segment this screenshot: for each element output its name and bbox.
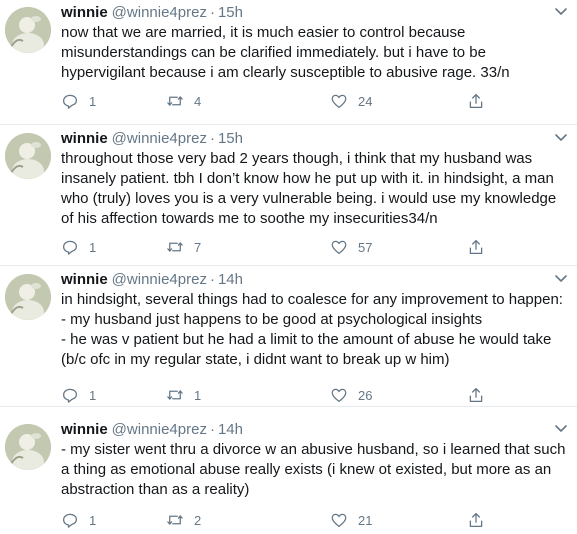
- user-handle[interactable]: @winnie4prez: [112, 4, 207, 21]
- tweet-text-line: (b/c ofc in my regular state, i didnt wa…: [61, 351, 450, 368]
- reply-icon: [62, 240, 78, 255]
- tweet-text-line: hypervigilant because i am clearly susce…: [61, 64, 510, 81]
- retweet-count: 2: [194, 512, 202, 528]
- reply-button[interactable]: 1: [61, 91, 96, 111]
- tweet-text-line: insanely patient. tbh I don’t know how h…: [61, 170, 554, 187]
- like-button[interactable]: 57: [330, 237, 372, 257]
- user-handle[interactable]: @winnie4prez: [112, 421, 207, 438]
- tweet-text-line: misunderstandings can be clarified immed…: [61, 44, 486, 61]
- heart-icon: [331, 240, 347, 255]
- timestamp[interactable]: 15h: [218, 4, 243, 21]
- tweet-text-line: a thing as emotional abuse really exists…: [61, 461, 552, 478]
- tweet-text: in hindsight, several things had to coal…: [61, 290, 567, 370]
- user-handle[interactable]: @winnie4prez: [112, 130, 207, 147]
- tweet-text-line: abstraction than as a reality): [61, 481, 250, 498]
- share-button[interactable]: [467, 510, 485, 530]
- retweet-icon: [167, 96, 183, 106]
- retweet-button[interactable]: 1: [166, 385, 201, 405]
- like-button[interactable]: 21: [330, 510, 372, 530]
- avatar[interactable]: [5, 424, 51, 470]
- retweet-icon: [167, 242, 183, 252]
- tweet[interactable]: winnie @winnie4prez · 15h now that we are m…: [0, 0, 577, 125]
- reply-count: 1: [89, 512, 97, 528]
- display-name[interactable]: winnie: [61, 271, 108, 288]
- tweet-text-line: - my husband just happens to be good at …: [61, 311, 483, 328]
- tweet-header: winnie @winnie4prez · 15h: [61, 129, 243, 149]
- tweet-actions: 1 2 21: [61, 510, 483, 530]
- tweet-text-line: - my sister went thru a divorce w an abu…: [61, 441, 566, 458]
- tweet-text-line: throughout those very bad 2 years though…: [61, 150, 533, 167]
- timestamp[interactable]: 14h: [218, 271, 243, 288]
- avatar[interactable]: [5, 7, 51, 53]
- retweet-count: 1: [194, 387, 202, 403]
- retweet-button[interactable]: 4: [166, 91, 201, 111]
- reply-icon: [62, 513, 78, 528]
- chevron-down-icon[interactable]: [553, 129, 569, 145]
- heart-icon: [331, 388, 347, 403]
- display-name[interactable]: winnie: [61, 130, 108, 147]
- tweet[interactable]: winnie @winnie4prez · 14h in hindsight, sev…: [0, 267, 577, 407]
- user-handle[interactable]: @winnie4prez: [112, 271, 207, 288]
- reply-button[interactable]: 1: [61, 385, 96, 405]
- tweet[interactable]: winnie @winnie4prez · 14h - my sister went …: [0, 417, 577, 534]
- separator-dot: ·: [209, 271, 215, 288]
- share-button[interactable]: [467, 91, 485, 111]
- avatar[interactable]: [5, 133, 51, 179]
- timestamp[interactable]: 14h: [218, 421, 243, 438]
- like-count: 26: [358, 387, 373, 403]
- tweet-text-line: now that we are married, it is much easi…: [61, 24, 466, 41]
- tweet-header: winnie @winnie4prez · 14h: [61, 420, 243, 440]
- chevron-down-icon[interactable]: [553, 3, 569, 19]
- reply-icon: [62, 388, 78, 403]
- share-icon: [469, 387, 483, 403]
- heart-icon: [331, 513, 347, 528]
- retweet-count: 7: [194, 239, 202, 255]
- share-button[interactable]: [467, 237, 485, 257]
- reply-icon: [62, 94, 78, 109]
- tweet-text: throughout those very bad 2 years though…: [61, 149, 567, 229]
- like-button[interactable]: 24: [330, 91, 372, 111]
- chevron-down-icon[interactable]: [553, 270, 569, 286]
- share-button[interactable]: [467, 385, 485, 405]
- reply-button[interactable]: 1: [61, 510, 96, 530]
- retweet-button[interactable]: 7: [166, 237, 201, 257]
- tweet-text-line: of his affection towards me to soothe my…: [61, 210, 438, 227]
- share-icon: [469, 512, 483, 528]
- separator-dot: ·: [209, 421, 215, 438]
- reply-button[interactable]: 1: [61, 237, 96, 257]
- share-icon: [469, 239, 483, 255]
- like-count: 21: [358, 512, 373, 528]
- like-count: 24: [358, 93, 373, 109]
- avatar[interactable]: [5, 274, 51, 320]
- tweet-text: now that we are married, it is much easi…: [61, 23, 567, 83]
- tweet-text-line: who (truly) loves you is a very vulnerab…: [61, 190, 557, 207]
- retweet-icon: [167, 390, 183, 400]
- display-name[interactable]: winnie: [61, 4, 108, 21]
- retweet-icon: [167, 515, 183, 525]
- tweet-text-line: - he was v patient but he had a limit to…: [61, 331, 552, 348]
- tweet-actions: 1 1 26: [61, 385, 483, 405]
- tweet-header: winnie @winnie4prez · 14h: [61, 270, 243, 290]
- heart-icon: [331, 94, 347, 109]
- retweet-count: 4: [194, 93, 202, 109]
- reply-count: 1: [89, 239, 97, 255]
- reply-count: 1: [89, 387, 97, 403]
- tweet-text-line: in hindsight, several things had to coal…: [61, 291, 563, 308]
- separator-dot: ·: [209, 4, 215, 21]
- chevron-down-icon[interactable]: [553, 420, 569, 436]
- share-icon: [469, 93, 483, 109]
- timestamp[interactable]: 15h: [218, 130, 243, 147]
- like-button[interactable]: 26: [330, 385, 372, 405]
- tweet-actions: 1 7 57: [61, 237, 483, 257]
- display-name[interactable]: winnie: [61, 421, 108, 438]
- separator-dot: ·: [209, 130, 215, 147]
- like-count: 57: [358, 239, 373, 255]
- tweet-text: - my sister went thru a divorce w an abu…: [61, 440, 567, 500]
- retweet-button[interactable]: 2: [166, 510, 201, 530]
- tweet-actions: 1 4 24: [61, 91, 483, 111]
- tweet[interactable]: winnie @winnie4prez · 15h throughout those …: [0, 126, 577, 266]
- reply-count: 1: [89, 93, 97, 109]
- tweet-header: winnie @winnie4prez · 15h: [61, 3, 243, 23]
